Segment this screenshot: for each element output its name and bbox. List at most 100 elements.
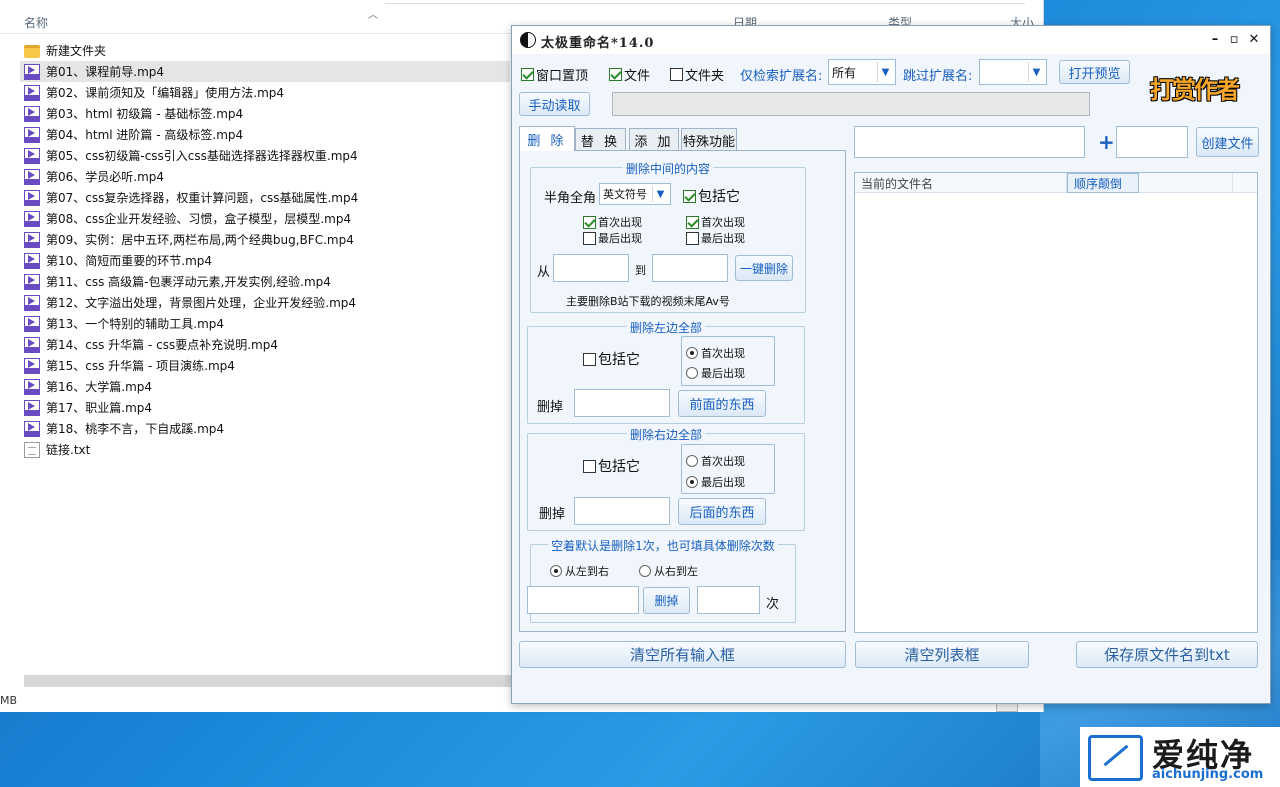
include-checkbox[interactable]: 包括它 xyxy=(683,186,740,206)
tab-delete[interactable]: 删 除 xyxy=(519,126,575,151)
path-display-field[interactable] xyxy=(612,92,1090,116)
from-input[interactable] xyxy=(553,254,629,282)
delete-right-remove-label: 删掉 xyxy=(539,507,566,522)
last-occurrence-label: 最后出现 xyxy=(598,232,642,245)
topmost-label: 窗口置顶 xyxy=(536,69,589,84)
delete-left-input[interactable] xyxy=(574,389,670,417)
file-list-item[interactable]: 第06、学员必听.mp4 xyxy=(20,166,520,187)
delete-left-first-radio[interactable]: 首次出现 xyxy=(686,345,745,361)
back-part-button[interactable]: 后面的东西 xyxy=(678,498,766,525)
delete-middle-group: 删除中间的内容 半角全角 英文符号 ▼ 包括它 首次出现 最后出现 首次出现 最… xyxy=(530,162,806,313)
checkbox-unchecked-icon xyxy=(670,68,683,81)
delete-once-button[interactable]: 删掉 xyxy=(643,587,690,614)
skip-ext-select[interactable]: ▼ xyxy=(979,59,1047,85)
file-list-item[interactable]: 第15、css 升华篇 - 项目演练.mp4 xyxy=(20,355,520,376)
donate-author-logo[interactable]: 打赏作者 xyxy=(1150,70,1262,104)
file-list-view[interactable]: 当前的文件名 顺序颠倒 xyxy=(854,172,1258,633)
topmost-checkbox[interactable]: 窗口置顶 xyxy=(521,65,588,84)
close-button[interactable]: ✕ xyxy=(1245,31,1263,49)
create-name-input[interactable] xyxy=(854,126,1085,158)
right-to-left-label: 从右到左 xyxy=(654,565,698,578)
radio-selected-icon xyxy=(686,476,698,488)
width-value: 英文符号 xyxy=(603,188,647,201)
delete-count-group: 空着默认是删除1次，也可填具体删除次数 从左到右 从右到左 删掉 次 xyxy=(527,539,796,623)
last-occurrence-label: 最后出现 xyxy=(701,476,745,489)
file-list-item[interactable]: 第16、大学篇.mp4 xyxy=(20,376,520,397)
file-name: 第04、html 进阶篇 - 高级标签.mp4 xyxy=(46,128,244,142)
file-list-item[interactable]: 第07、css复杂选择器，权重计算问题，css基础属性.mp4 xyxy=(20,187,520,208)
last-occurrence-right-checkbox[interactable]: 最后出现 xyxy=(686,230,745,246)
left-to-right-radio[interactable]: 从左到右 xyxy=(550,563,609,579)
to-input[interactable] xyxy=(652,254,728,282)
save-names-txt-button[interactable]: 保存原文件名到txt xyxy=(1076,641,1258,668)
right-to-left-radio[interactable]: 从右到左 xyxy=(639,563,698,579)
file-list-item[interactable]: 第02、课前须知及「编辑器」使用方法.mp4 xyxy=(20,82,520,103)
file-list-item[interactable]: 新建文件夹 xyxy=(20,40,520,61)
file-list-item[interactable]: 第01、课程前导.mp4 xyxy=(20,61,510,82)
create-ext-input[interactable] xyxy=(1116,126,1188,158)
brand-logo-icon xyxy=(1088,735,1143,781)
file-list-item[interactable]: 第14、css 升华篇 - css要点补充说明.mp4 xyxy=(20,334,520,355)
col-current-filename[interactable]: 当前的文件名 xyxy=(855,173,1067,193)
delete-left-last-radio[interactable]: 最后出现 xyxy=(686,365,745,381)
column-name[interactable]: 名称 xyxy=(24,14,48,31)
file-name: 第06、学员必听.mp4 xyxy=(46,170,165,184)
checkbox-unchecked-icon xyxy=(686,231,699,245)
rename-tool-window: 太极重命名*14.0 – ▫ ✕ 窗口置顶 文件 文件夹 仅检索扩展名: 所有 … xyxy=(511,25,1271,704)
clear-list-button[interactable]: 清空列表框 xyxy=(855,641,1029,668)
minimize-button[interactable]: – xyxy=(1206,31,1224,49)
file-list-item[interactable]: 第13、一个特别的辅助工具.mp4 xyxy=(20,313,520,334)
one-click-delete-button[interactable]: 一键删除 xyxy=(735,255,793,281)
delete-count-title: 空着默认是删除1次，也可填具体删除次数 xyxy=(531,537,795,554)
radio-selected-icon xyxy=(686,347,698,359)
first-occurrence-left-checkbox[interactable]: 首次出现 xyxy=(583,214,642,230)
col-reverse-order[interactable]: 顺序颠倒 xyxy=(1067,173,1139,193)
last-occurrence-left-checkbox[interactable]: 最后出现 xyxy=(583,230,642,246)
first-occurrence-label: 首次出现 xyxy=(701,455,745,468)
open-preview-button[interactable]: 打开预览 xyxy=(1059,60,1130,84)
col-empty xyxy=(1139,173,1233,193)
maximize-button[interactable]: ▫ xyxy=(1225,31,1243,49)
delete-left-include-checkbox[interactable]: 包括它 xyxy=(583,349,640,369)
radio-selected-icon xyxy=(550,565,562,577)
file-list: 新建文件夹 第01、课程前导.mp4 第02、课前须知及「编辑器」使用方法.mp4 第… xyxy=(20,40,520,460)
folder-checkbox[interactable]: 文件夹 xyxy=(670,65,724,84)
file-list-item[interactable]: 第05、css初级篇-css引入css基础选择器选择器权重.mp4 xyxy=(20,145,520,166)
first-occurrence-right-checkbox[interactable]: 首次出现 xyxy=(686,214,745,230)
delete-right-first-radio[interactable]: 首次出现 xyxy=(686,453,745,469)
width-select[interactable]: 英文符号 ▼ xyxy=(599,183,671,205)
file-list-item[interactable]: 第11、css 高级篇-包裹浮动元素,开发实例,经验.mp4 xyxy=(20,271,520,292)
delete-right-input[interactable] xyxy=(574,497,670,525)
mp4-icon xyxy=(24,168,40,185)
mp4-icon xyxy=(24,84,40,101)
delete-text-input[interactable] xyxy=(527,586,639,614)
search-ext-select[interactable]: 所有 ▼ xyxy=(828,59,896,85)
file-checkbox[interactable]: 文件 xyxy=(609,65,650,84)
file-list-item[interactable]: 第10、简短而重要的环节.mp4 xyxy=(20,250,520,271)
delete-times-input[interactable] xyxy=(697,586,760,614)
file-list-item[interactable]: 第03、html 初级篇 - 基础标签.mp4 xyxy=(20,103,520,124)
delete-right-last-radio[interactable]: 最后出现 xyxy=(686,474,745,490)
create-file-button[interactable]: 创建文件 xyxy=(1196,127,1259,157)
tab-special[interactable]: 特殊功能 xyxy=(681,128,737,151)
file-list-item[interactable]: 链接.txt xyxy=(20,439,520,460)
delete-right-include-checkbox[interactable]: 包括它 xyxy=(583,456,640,476)
tab-add[interactable]: 添 加 xyxy=(629,128,679,151)
clear-inputs-button[interactable]: 清空所有输入框 xyxy=(519,641,846,668)
folder-label: 文件夹 xyxy=(685,69,725,84)
file-list-item[interactable]: 第18、桃李不言，下自成蹊.mp4 xyxy=(20,418,520,439)
file-list-item[interactable]: 第12、文字溢出处理，背景图片处理，企业开发经验.mp4 xyxy=(20,292,520,313)
front-part-button[interactable]: 前面的东西 xyxy=(678,390,766,417)
file-list-item[interactable]: 第09、实例：居中五环,两栏布局,两个经典bug,BFC.mp4 xyxy=(20,229,520,250)
file-list-item[interactable]: 第17、职业篇.mp4 xyxy=(20,397,520,418)
mp4-icon xyxy=(24,294,40,311)
to-label: 到 xyxy=(635,264,646,277)
file-list-item[interactable]: 第08、css企业开发经验、习惯，盒子模型，层模型.mp4 xyxy=(20,208,520,229)
tab-replace[interactable]: 替 换 xyxy=(575,128,626,151)
mp4-icon xyxy=(24,63,40,80)
first-occurrence-label: 首次出现 xyxy=(598,216,642,229)
manual-read-button[interactable]: 手动读取 xyxy=(519,92,590,116)
file-list-item[interactable]: 第04、html 进阶篇 - 高级标签.mp4 xyxy=(20,124,520,145)
delete-left-group: 删除左边全部 包括它 首次出现 最后出现 删掉 前面的东西 xyxy=(527,321,805,424)
title-bar[interactable]: 太极重命名*14.0 – ▫ ✕ xyxy=(512,26,1270,54)
